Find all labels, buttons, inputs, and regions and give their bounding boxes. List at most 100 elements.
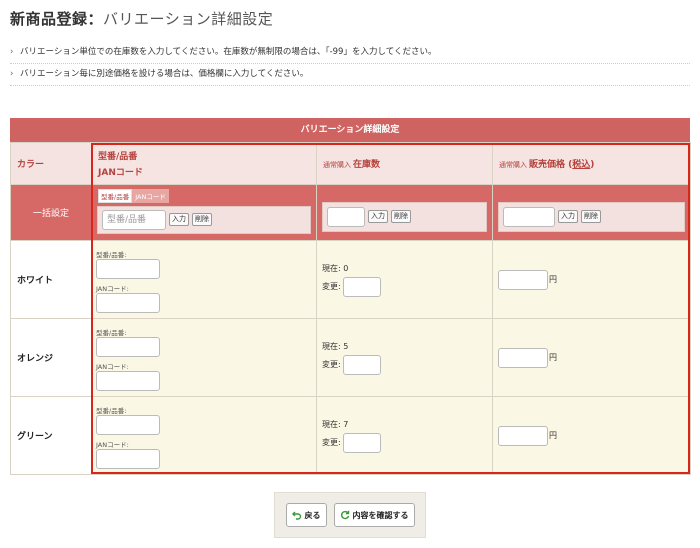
code-input[interactable] [96,258,160,279]
bulk-stock-panel: 入力 削除 [322,201,487,232]
change-stock: 変更: [322,432,492,453]
row-code-cell: 型番/品番: JANコード: [91,240,317,319]
note-price-text: バリエーション毎に別途価格を設ける場合は、価格欄に入力してください。 [20,69,309,79]
header-code-line2: JANコード [98,168,143,178]
current-stock: 現在: 7 [322,419,492,430]
chevron-right-icon: › [10,47,14,57]
back-button[interactable]: 戻る [285,503,327,527]
header-stock-label: 在庫数 [353,160,381,170]
bulk-stock-input-button[interactable]: 入力 [368,210,388,223]
header-stock-prefix: 通常購入 [323,161,351,169]
tab-code[interactable]: 型番/品番 [98,189,133,203]
note-stock-text: バリエーション単位での在庫数を入力してください。在庫数が無制限の場合は、「-99… [20,47,437,57]
change-stock: 変更: [322,276,492,297]
bulk-code-cell: 型番/品番 JANコード 型番/品番 入力 削除 [91,184,317,241]
code-tabs: 型番/品番 JANコード [98,189,169,203]
row-stock-cell: 現在: 0 変更: [316,240,493,319]
jan-input[interactable] [96,292,160,313]
jan-field-label: JANコード: [96,362,129,371]
header-price: 通常購入 販売価格 (税込) [492,142,691,185]
page-title-sub: バリエーション詳細設定 [103,10,274,28]
header-code-line1: 型番/品番 [98,152,138,162]
bulk-code-delete-button[interactable]: 削除 [192,213,212,226]
current-stock: 現在: 0 [322,263,492,274]
change-label: 変更: [322,438,341,447]
price-input[interactable] [498,269,548,290]
row-price-cell: 円 [492,396,691,475]
bulk-stock-cell: 入力 削除 [316,184,493,241]
header-stock: 通常購入 在庫数 [316,142,493,185]
undo-arrow-icon [291,511,301,520]
tab-jan[interactable]: JANコード [132,189,169,203]
note-price: › バリエーション毎に別途価格を設ける場合は、価格欄に入力してください。 [10,67,690,86]
table-row-white: ホワイト 型番/品番: JANコード: 現在: 0 変更: 円 [10,240,691,319]
bulk-code-input[interactable]: 型番/品番 [102,209,166,230]
current-stock-label: 現在: [322,419,344,429]
bulk-price-delete-button[interactable]: 削除 [581,210,601,223]
bulk-price-input-button[interactable]: 入力 [558,210,578,223]
back-button-label: 戻る [304,510,321,520]
yen-label: 円 [549,353,557,362]
stock-change-input[interactable] [342,276,381,297]
table-banner: バリエーション詳細設定 [10,118,690,142]
jan-field-label: JANコード: [96,440,129,449]
bulk-setting-row: 一括設定 型番/品番 JANコード 型番/品番 入力 削除 入力 削除 入力 削… [10,184,691,241]
row-color-name: グリーン [10,396,92,475]
yen-label: 円 [549,431,557,440]
code-input[interactable] [96,336,160,357]
variation-table: バリエーション詳細設定 カラー 型番/品番 JANコード 通常購入 在庫数 通常購… [10,118,691,475]
yen-label: 円 [549,275,557,284]
stock-change-input[interactable] [342,432,381,453]
bulk-stock-input[interactable] [327,206,365,227]
row-stock-cell: 現在: 7 変更: [316,396,493,475]
price-input[interactable] [498,425,548,446]
row-stock-cell: 現在: 5 変更: [316,318,493,397]
header-price-paren-close: ) [590,160,595,170]
change-stock: 変更: [322,354,492,375]
bulk-label: 一括設定 [10,184,92,241]
current-stock-value: 7 [343,419,349,429]
price-input[interactable] [498,347,548,368]
bulk-price-cell: 入力 削除 [492,184,691,241]
bulk-stock-delete-button[interactable]: 削除 [391,210,411,223]
table-row-green: グリーン 型番/品番: JANコード: 現在: 7 変更: 円 [10,396,691,475]
header-color: カラー [10,142,92,185]
footer-actions: 戻る 内容を確認する [274,492,426,538]
price-field: 円 [498,269,690,290]
page-title: 新商品登録：バリエーション詳細設定 [10,8,273,29]
header-price-prefix: 通常購入 [499,161,527,169]
header-code: 型番/品番 JANコード [91,142,317,185]
table-header-row: カラー 型番/品番 JANコード 通常購入 在庫数 通常購入 販売価格 (税込) [10,142,691,185]
price-field: 円 [498,347,690,368]
code-input[interactable] [96,414,160,435]
bulk-price-panel: 入力 削除 [498,201,685,232]
page-title-main: 新商品登録 [10,10,88,28]
row-price-cell: 円 [492,240,691,319]
code-field-label: 型番/品番: [96,406,127,415]
refresh-arrow-icon [340,510,349,520]
current-stock-label: 現在: [322,341,344,351]
bulk-code-panel: 型番/品番 入力 削除 [97,205,311,234]
current-stock-value: 0 [343,263,349,273]
jan-input[interactable] [96,370,160,391]
bulk-code-input-button[interactable]: 入力 [169,213,189,226]
table-row-orange: オレンジ 型番/品番: JANコード: 現在: 5 変更: 円 [10,318,691,397]
confirm-button[interactable]: 内容を確認する [333,503,415,527]
change-label: 変更: [322,360,341,369]
code-field-label: 型番/品番: [96,328,127,337]
price-field: 円 [498,425,690,446]
confirm-button-label: 内容を確認する [352,510,409,520]
row-color-name: オレンジ [10,318,92,397]
stock-change-input[interactable] [342,354,381,375]
current-stock-value: 5 [343,341,349,351]
current-stock-label: 現在: [322,263,344,273]
row-code-cell: 型番/品番: JANコード: [91,396,317,475]
tax-link[interactable]: 税込 [572,160,590,170]
note-stock: › バリエーション単位での在庫数を入力してください。在庫数が無制限の場合は、「-9… [10,45,690,64]
bulk-price-input[interactable] [503,206,555,227]
code-field-label: 型番/品番: [96,250,127,259]
jan-field-label: JANコード: [96,284,129,293]
jan-input[interactable] [96,448,160,469]
row-color-name: ホワイト [10,240,92,319]
row-price-cell: 円 [492,318,691,397]
